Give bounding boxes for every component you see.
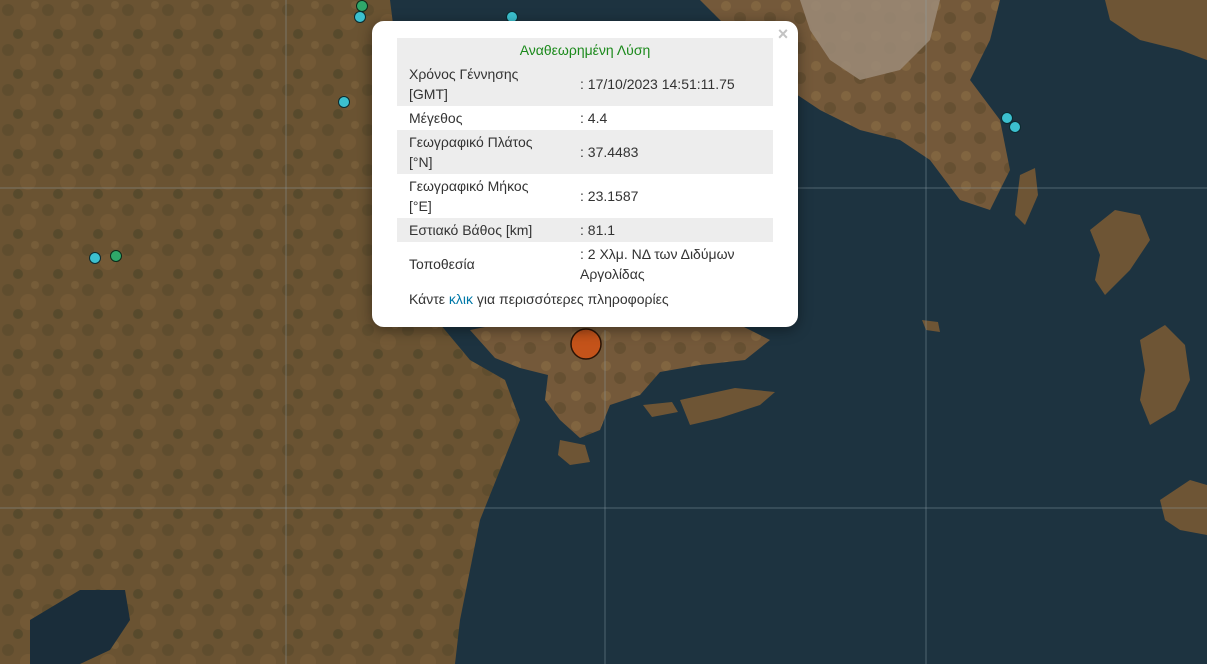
more-info-line: Κάντε κλικ για περισσότερες πληροφορίες bbox=[397, 286, 773, 312]
earthquake-marker[interactable] bbox=[354, 11, 366, 23]
earthquake-marker[interactable] bbox=[89, 252, 101, 264]
earthquake-marker[interactable] bbox=[110, 250, 122, 262]
more-info-link[interactable]: κλικ bbox=[449, 291, 473, 307]
popup-header: Αναθεωρημένη Λύση bbox=[397, 38, 773, 62]
field-label: Γεωγραφικό Μήκος [°E] bbox=[409, 178, 529, 214]
close-icon[interactable]: × bbox=[774, 25, 792, 43]
field-label: Χρόνος Γέννησης [GMT] bbox=[397, 62, 556, 106]
field-label: Εστιακό Βάθος [km] bbox=[397, 218, 556, 242]
field-label: Μέγεθος bbox=[409, 110, 463, 126]
field-value: : 17/10/2023 14:51:11.75 bbox=[556, 62, 773, 106]
field-value: : 2 Χλμ. ΝΔ των Διδύμων Αργολίδας bbox=[580, 246, 735, 282]
earthquake-popup: × Αναθεωρημένη Λύση Χρόνος Γέννησης [GMT… bbox=[372, 21, 798, 327]
earthquake-marker[interactable] bbox=[356, 0, 368, 12]
more-info-prefix: Κάντε bbox=[409, 291, 449, 307]
field-label: Τοποθεσία bbox=[409, 256, 475, 272]
earthquake-marker[interactable] bbox=[338, 96, 350, 108]
field-value: : 4.4 bbox=[580, 110, 608, 126]
earthquake-marker[interactable] bbox=[1001, 112, 1013, 124]
field-value: : 81.1 bbox=[556, 218, 773, 242]
more-info-suffix: για περισσότερες πληροφορίες bbox=[473, 291, 669, 307]
earthquake-marker[interactable] bbox=[1009, 121, 1021, 133]
field-value: : 37.4483 bbox=[556, 130, 773, 174]
field-value: : 23.1587 bbox=[580, 188, 639, 204]
earthquake-info-table: Αναθεωρημένη Λύση Χρόνος Γέννησης [GMT]:… bbox=[397, 38, 773, 286]
field-label: Γεωγραφικό Πλάτος [°N] bbox=[397, 130, 556, 174]
